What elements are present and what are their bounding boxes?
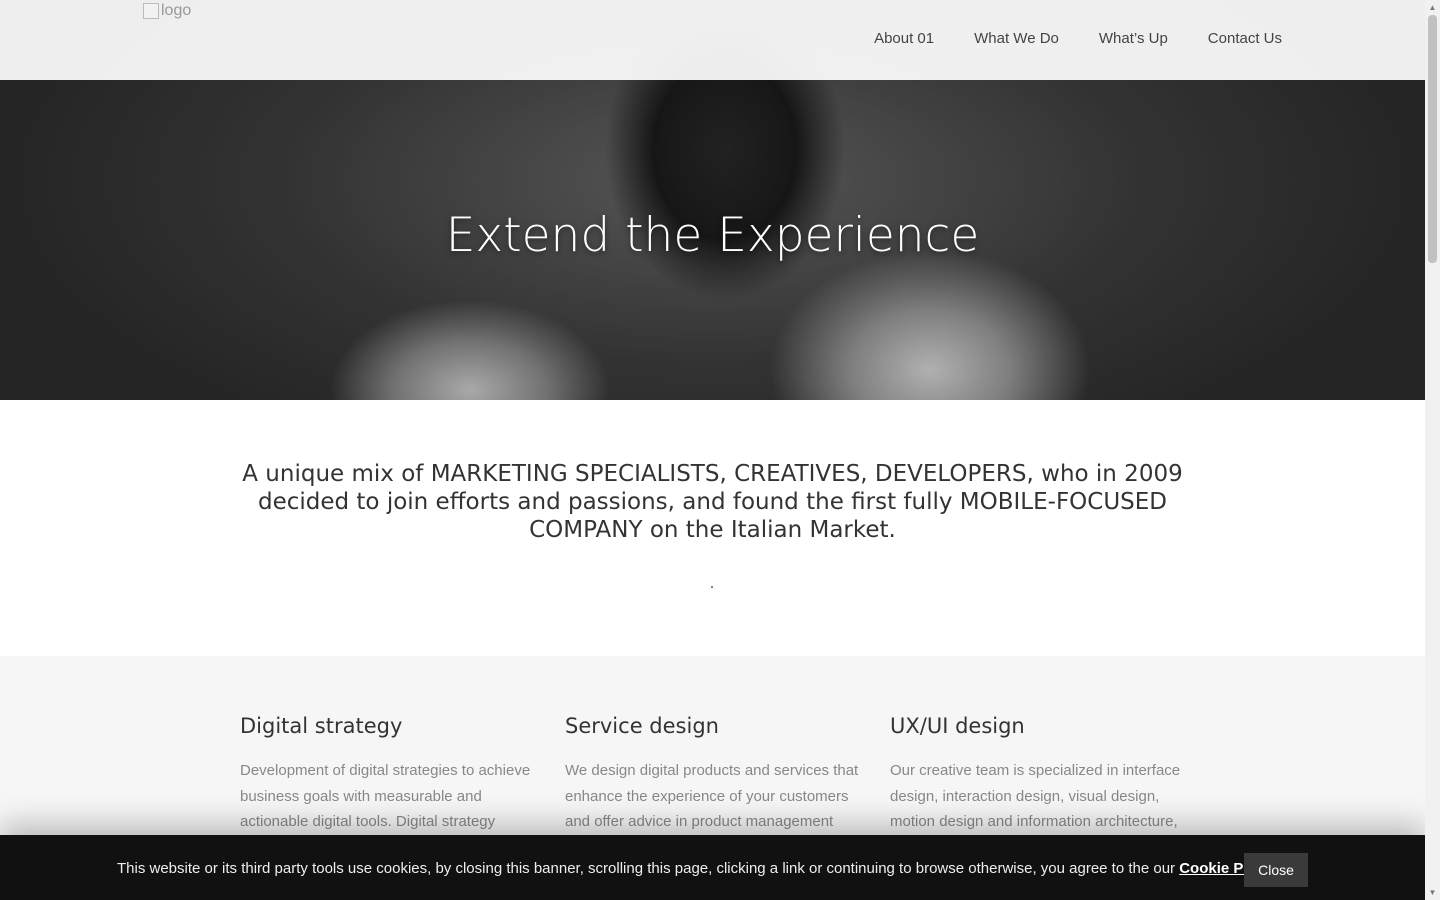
- site-header: logo About 01 What We Do What’s Up Conta…: [0, 0, 1425, 80]
- service-title: UX/UI design: [890, 714, 1025, 738]
- service-title: Service design: [565, 714, 719, 738]
- cookie-message-text: This website or its third party tools us…: [117, 860, 1180, 877]
- cookie-message: This website or its third party tools us…: [117, 860, 1282, 877]
- hero-title: Extend the Experience: [445, 208, 980, 263]
- service-column-ux-ui-design: UX/UI design Our creative team is specia…: [890, 714, 1185, 835]
- logo-alt-text: logo: [161, 2, 192, 19]
- service-description: Our creative team is specialized in inte…: [890, 762, 1181, 830]
- main-nav: About 01 What We Do What’s Up Contact Us: [874, 30, 1282, 47]
- broken-image-icon: [143, 3, 159, 19]
- nav-item-about[interactable]: About 01: [874, 30, 934, 47]
- vertical-scrollbar[interactable]: ▲ ▼: [1425, 0, 1440, 900]
- logo-link[interactable]: logo: [143, 2, 191, 20]
- intro-section: A unique mix of MARKETING SPECIALISTS, C…: [0, 400, 1425, 656]
- nav-item-what-we-do[interactable]: What We Do: [974, 30, 1059, 47]
- arrow-down-icon[interactable]: ▼: [1425, 885, 1440, 900]
- cookie-close-button[interactable]: Close: [1244, 853, 1308, 887]
- intro-text: A unique mix of MARKETING SPECIALISTS, C…: [242, 461, 1183, 543]
- nav-item-whats-up[interactable]: What’s Up: [1099, 30, 1168, 47]
- service-description: Development of digital strategies to ach…: [240, 762, 531, 830]
- service-column-digital-strategy: Digital strategy Development of digital …: [240, 714, 535, 835]
- intro-divider-dot: [711, 586, 713, 588]
- scrollbar-thumb[interactable]: [1428, 15, 1437, 263]
- nav-item-contact-us[interactable]: Contact Us: [1208, 30, 1282, 47]
- cookie-banner: This website or its third party tools us…: [0, 835, 1425, 900]
- page: logo About 01 What We Do What’s Up Conta…: [0, 0, 1425, 900]
- arrow-up-icon[interactable]: ▲: [1425, 0, 1440, 15]
- service-title: Digital strategy: [240, 714, 403, 738]
